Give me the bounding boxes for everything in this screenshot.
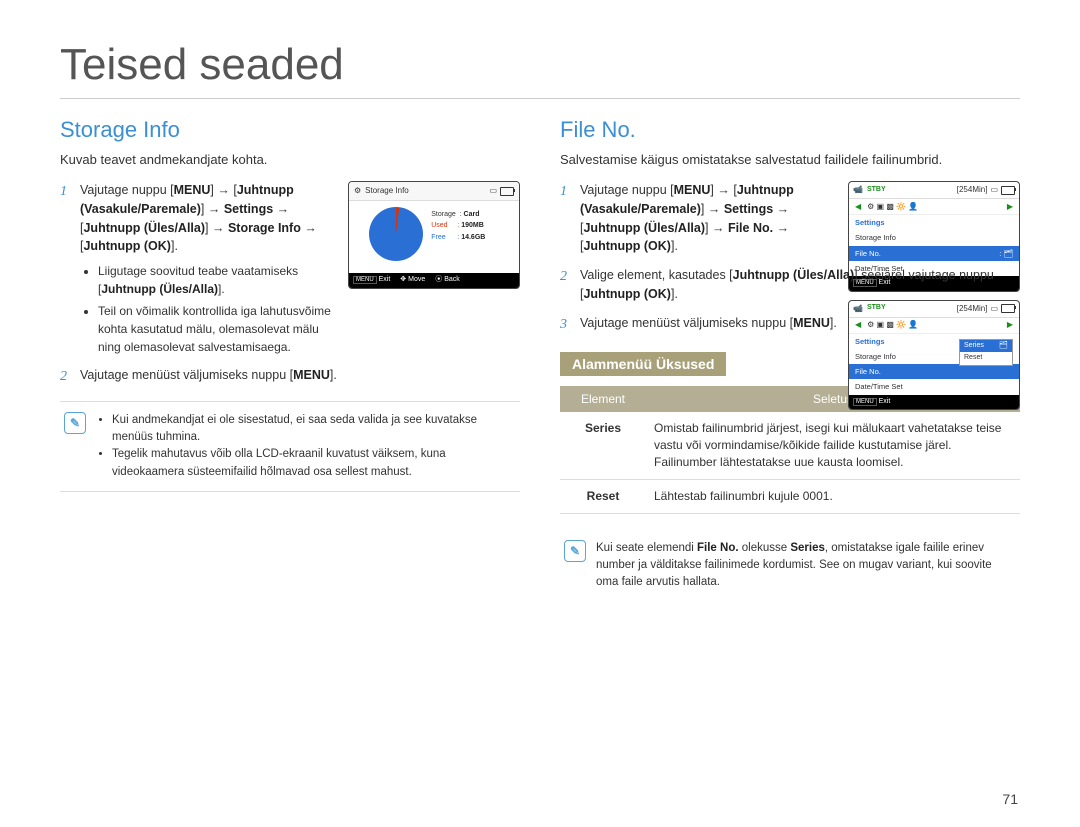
file-no-heading: File No. [560,117,1020,143]
table-header-element: Element [560,386,646,412]
fileno-step-2: Valige element, kasutades [Juhtnupp (Üle… [560,266,1020,304]
fileno-step-3: Vajutage menüüst väljumiseks nuppu [MENU… [560,314,1020,333]
table-row: Series Omistab failinumbrid järjest, ise… [560,412,1020,479]
fileno-note: ✎ Kui seate elemendi File No. olekusse S… [560,530,1020,602]
file-no-section: File No. Salvestamise käigus omistatakse… [560,117,1020,617]
storage-step-2: Vajutage menüüst väljumiseks nuppu [MENU… [60,366,520,385]
fileno-step-1: Vajutage nuppu [MENU] → [Juhtnupp (Vasak… [560,181,1020,256]
storage-step-1: Vajutage nuppu [MENU] → [Juhtnupp (Vasak… [60,181,520,356]
page-title: Teised seaded [60,40,1020,99]
page-number: 71 [1002,791,1018,807]
storage-info-section: Storage Info Kuvab teavet andmekandjate … [60,117,520,617]
storage-pie-icon [369,207,423,261]
fileno-popup: Series🗂 Reset [959,339,1013,366]
storage-bullet-move: Liigutage soovitud teabe vaatamiseks [Ju… [98,262,340,298]
storage-info-heading: Storage Info [60,117,520,143]
gear-icon: ⚙ [354,185,361,197]
storage-note: ✎ Kui andmekandjat ei ole sisestatud, ei… [60,401,520,492]
submenu-heading: Alammenüü Üksused [560,352,726,376]
table-row: Reset Lähtestab failinumbri kujule 0001. [560,479,1020,513]
storage-info-desc: Kuvab teavet andmekandjate kohta. [60,151,520,169]
storage-info-lcd: ⚙ Storage Info ▭ Storage : Card Used : 1… [348,181,520,289]
note-icon: ✎ [64,412,86,434]
file-no-desc: Salvestamise käigus omistatakse salvesta… [560,151,1020,169]
note-icon: ✎ [564,540,586,562]
storage-bullet-info: Teil on võimalik kontrollida iga lahutus… [98,302,340,356]
camcorder-icon: 📹 [853,184,863,196]
